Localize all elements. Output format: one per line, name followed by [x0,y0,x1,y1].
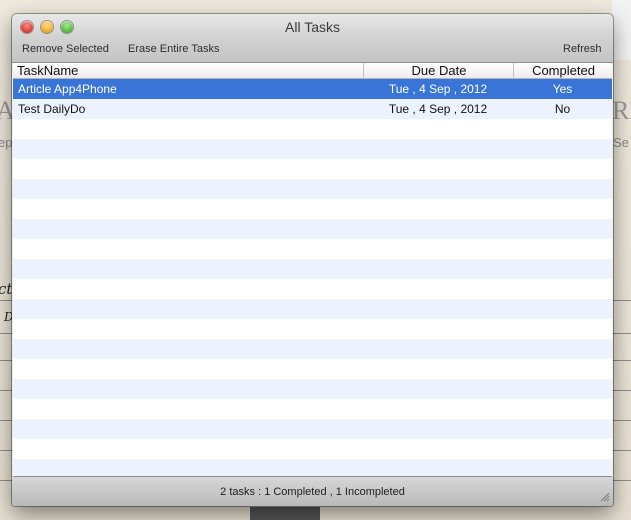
background-ruled-line [612,420,631,421]
task-summary-status: 2 tasks : 1 Completed , 1 Incompleted [220,486,405,498]
background-ruled-line [612,333,631,334]
all-tasks-window: All Tasks Remove Selected Erase Entire T… [12,14,613,506]
background-ruled-line [612,450,631,451]
column-header-completed[interactable]: Completed [513,63,612,78]
table-body: Article App4Phone Tue , 4 Sep , 2012 Yes… [13,79,612,476]
resize-grip-icon[interactable] [598,490,610,502]
background-bottom-bar [250,507,320,520]
background-ruled-line [612,360,631,361]
due-date-cell: Tue , 4 Sep , 2012 [388,102,488,116]
remove-selected-button[interactable]: Remove Selected [22,43,109,55]
column-header-taskname[interactable]: TaskName [17,63,78,78]
refresh-button[interactable]: Refresh [563,43,602,55]
background-text-fragment-right: Se [613,135,629,150]
completed-cell: No [554,102,571,116]
background-heading-fragment-right: RF [612,96,631,125]
background-ruled-line [612,390,631,391]
background-text-fragment-left: ep [0,135,13,150]
table-row[interactable]: Article App4Phone Tue , 4 Sep , 2012 Yes [13,79,612,99]
due-date-cell: Tue , 4 Sep , 2012 [388,82,488,96]
erase-entire-tasks-button[interactable]: Erase Entire Tasks [128,43,220,55]
title-bar[interactable]: All Tasks Remove Selected Erase Entire T… [12,14,613,63]
tasks-table[interactable]: TaskName Due Date Completed Article App4… [13,63,612,477]
background-ruled-line [612,480,631,481]
background-panel [612,0,631,60]
background-handwriting-fragment: ct [0,280,13,298]
completed-cell: Yes [552,82,573,96]
column-header-due-date[interactable]: Due Date [363,63,514,78]
window-title: All Tasks [285,19,340,35]
task-name-cell: Article App4Phone [18,82,117,96]
table-header: TaskName Due Date Completed [13,63,612,79]
background-ruled-line [612,300,631,301]
task-name-cell: Test DailyDo [18,102,86,116]
status-bar: 2 tasks : 1 Completed , 1 Incompleted [12,477,613,506]
table-row[interactable]: Test DailyDo Tue , 4 Sep , 2012 No [13,99,612,119]
